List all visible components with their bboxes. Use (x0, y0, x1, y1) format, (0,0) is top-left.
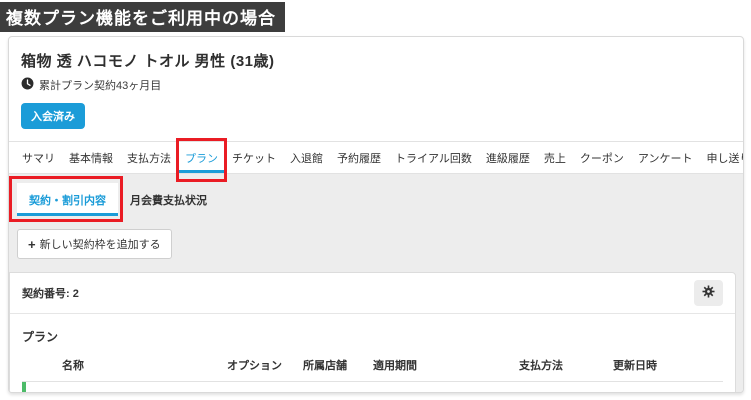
tab-coupon[interactable]: クーポン (573, 142, 631, 173)
col-updated: 更新日時 (613, 357, 685, 373)
member-tabs: サマリ 基本情報 支払方法 プラン チケット 入退館 予約履歴 トライアル回数 … (9, 141, 743, 174)
active-plan-marker (22, 382, 26, 393)
store-code: [S0005] (303, 390, 373, 393)
subtab-contract-discount[interactable]: 契約・割引内容 (17, 183, 118, 216)
tenure-text: 累計プラン契約43ヶ月目 (39, 77, 161, 93)
tab-payment-method[interactable]: 支払方法 (120, 142, 178, 173)
plan-subtabs: 契約・割引内容 月会費支払状況 (9, 183, 743, 216)
member-name: 箱物 透 ハコモノ トオル 男性 (31歳) (21, 50, 731, 71)
plan-tab-content: 契約・割引内容 月会費支払状況 + 新しい契約枠を追加する 契約番号: 2 (9, 174, 743, 393)
subtab-monthly-fee-status[interactable]: 月会費支払状況 (118, 183, 219, 216)
tab-handover[interactable]: 申し送り (699, 142, 744, 173)
plan-code-link[interactable]: [P0047] (62, 390, 227, 393)
tab-survey[interactable]: アンケート (631, 142, 700, 173)
plan-status: 適用中 (22, 390, 62, 393)
status-badge: 入会済み (21, 103, 85, 129)
add-contract-label: 新しい契約枠を追加する (40, 236, 161, 252)
contract-number: 契約番号: 2 (22, 285, 79, 301)
member-card: 箱物 透 ハコモノ トオル 男性 (31歳) 累計プラン契約43ヶ月目 入会済み… (8, 36, 744, 393)
contract-settings-button[interactable] (694, 280, 723, 306)
plan-section-title: プラン (22, 328, 723, 345)
tab-summary[interactable]: サマリ (15, 142, 62, 173)
member-header: 箱物 透 ハコモノ トオル 男性 (31歳) 累計プラン契約43ヶ月目 入会済み (9, 37, 743, 141)
tab-ticket[interactable]: チケット (225, 142, 283, 173)
col-name: 名称 (62, 357, 227, 373)
contract-card: 契約番号: 2 (9, 272, 736, 393)
tab-basic-info[interactable]: 基本情報 (62, 142, 120, 173)
page-heading: 複数プラン機能をご利用中の場合 (0, 2, 285, 32)
plan-store-cell: [S0005] 原宿店 (303, 390, 373, 393)
tab-plan[interactable]: プラン (178, 142, 225, 173)
col-payment: 支払方法 (519, 357, 613, 373)
contract-card-body: プラン 名称 オプション 所属店舗 適用期間 支払方法 更新日時 (10, 314, 735, 393)
add-contract-button[interactable]: + 新しい契約枠を追加する (17, 229, 172, 259)
tab-trial-count[interactable]: トライアル回数 (388, 142, 479, 173)
contract-card-header: 契約番号: 2 (10, 273, 735, 314)
tenure-line: 累計プラン契約43ヶ月目 (21, 77, 731, 93)
gear-icon (702, 285, 715, 301)
clock-icon (21, 77, 34, 93)
plus-icon: + (28, 238, 36, 251)
plan-table-header: 名称 オプション 所属店舗 適用期間 支払方法 更新日時 (22, 355, 723, 382)
tab-entry-exit[interactable]: 入退館 (283, 142, 330, 173)
col-option: オプション (227, 357, 303, 373)
col-store: 所属店舗 (303, 357, 373, 373)
page: 複数プラン機能をご利用中の場合 箱物 透 ハコモノ トオル 男性 (31歳) 累… (0, 0, 751, 393)
tab-reservation-history[interactable]: 予約履歴 (330, 142, 388, 173)
plan-name-cell: [P0047] 平日デイタイム月2回繰越プラン (62, 390, 227, 393)
plan-table: 名称 オプション 所属店舗 適用期間 支払方法 更新日時 適用中 (22, 355, 723, 393)
tab-promotion-history[interactable]: 進級履歴 (479, 142, 537, 173)
plan-table-row: 適用中 [P0047] 平日デイタイム月2回繰越プラン [S0005] 原宿店 … (22, 382, 723, 393)
col-period: 適用期間 (373, 357, 519, 373)
tab-sales[interactable]: 売上 (537, 142, 573, 173)
